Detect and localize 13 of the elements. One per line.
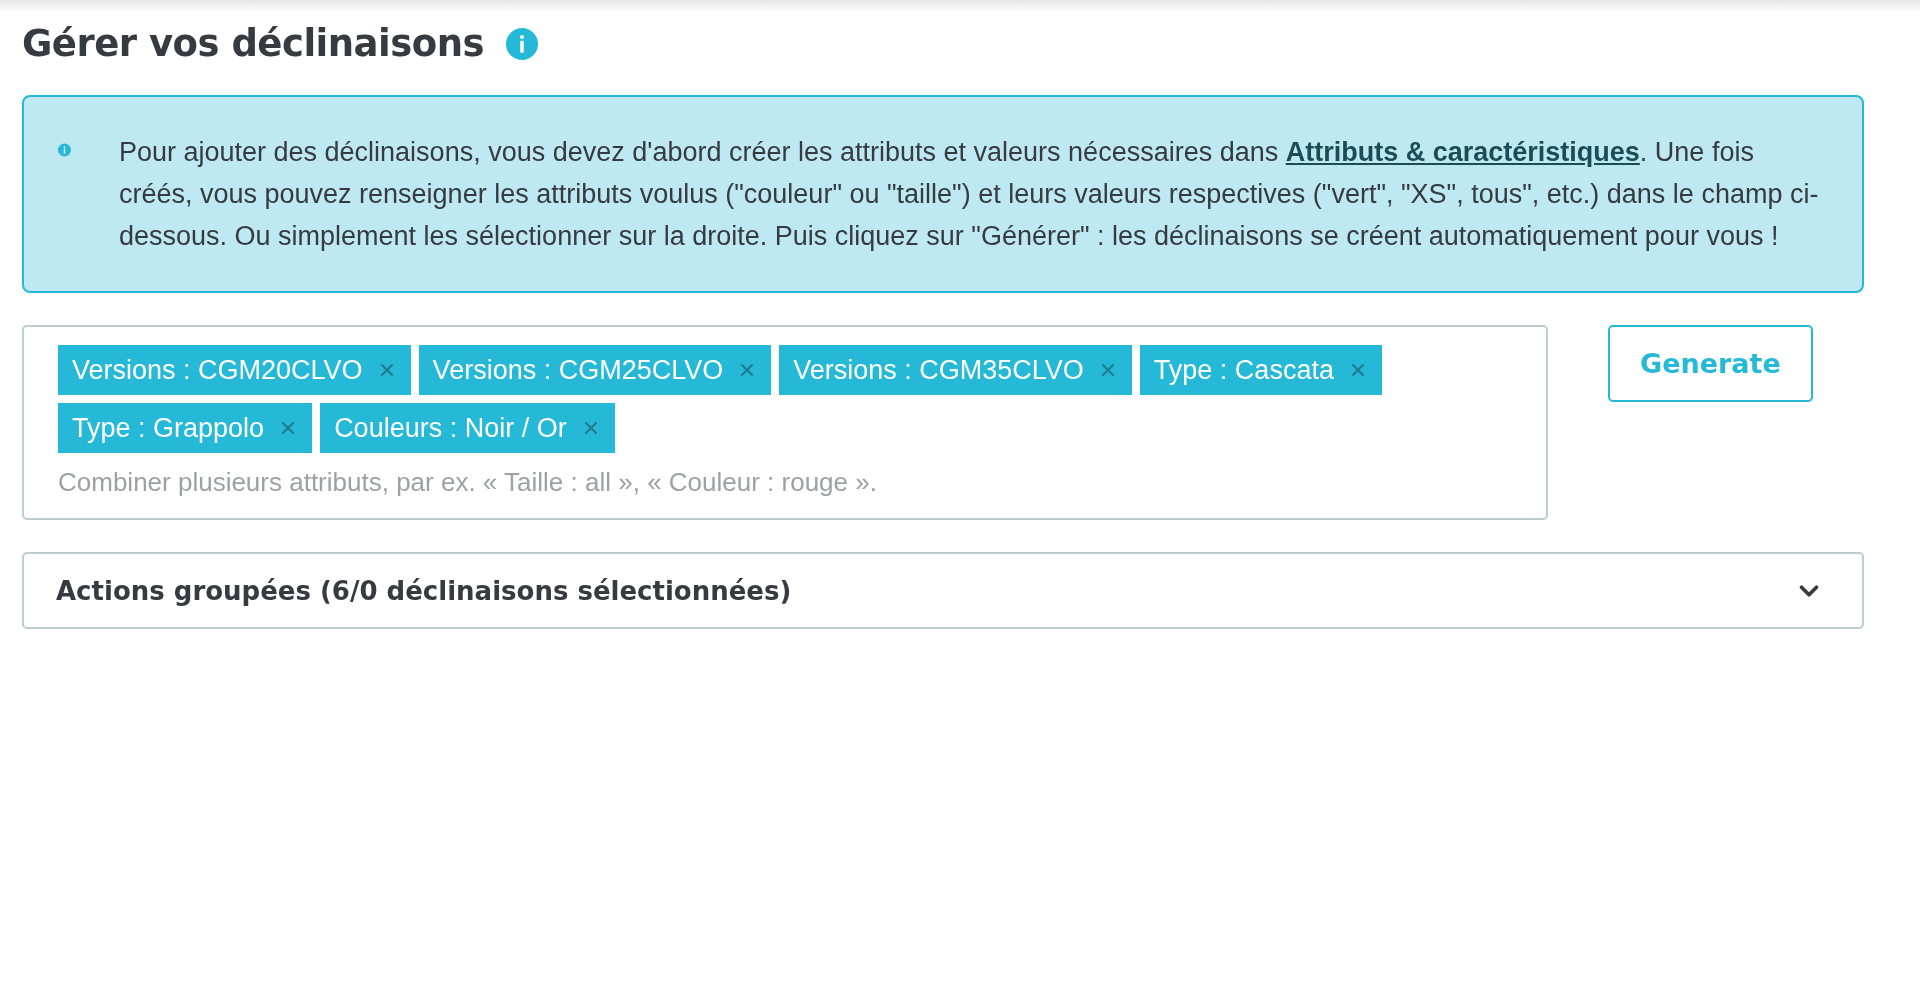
info-text: Pour ajouter des déclinaisons, vous devez d'abord créer les attributs et valeurs nécessaires dans Attributs & caractéristiques. Une fois créés, vous pouvez renseigner les attributs voulus ("couleur" ou "taille") et leurs valeurs respectives ("vert", "XS", tous", etc.) dans le champ ci-dessous. Ou simplement les sélectionner sur la droite. Puis cliquez sur "Générer" : les déclinaisons se créent automatiquement pour vous ! [118, 136, 1820, 253]
attributes-field[interactable]: Versions : CGM20CLVO Versions : CGM25CLVO Versions : CGM35CLVO Type : Cascata Type : Grappolo Couleurs : Noir / Or Combiner plusieurs attributs, par ex. « Taille : all », « Couleur : rouge ». [22, 325, 1548, 520]
info-icon [506, 27, 539, 60]
attribute-tag[interactable]: Versions : CGM20CLVO [58, 345, 411, 395]
generate-button[interactable]: Generate [1608, 325, 1813, 402]
attribute-tag[interactable]: Versions : CGM25CLVO [418, 345, 772, 395]
bulk-actions-toggle[interactable]: Actions groupées (6/0 déclinaisons sélectionnées) [22, 552, 1864, 629]
page-title: Gérer vos déclinaisons [22, 22, 485, 65]
attribute-tag[interactable]: Couleurs : Noir / Or [320, 403, 615, 453]
attributes-link[interactable]: Attributs & caractéristiques [1285, 137, 1640, 167]
attribute-tag[interactable]: Type : Grappolo [58, 403, 313, 453]
attribute-tag[interactable]: Versions : CGM35CLVO [779, 345, 1132, 395]
attribute-tag[interactable]: Type : Cascata [1139, 345, 1382, 395]
